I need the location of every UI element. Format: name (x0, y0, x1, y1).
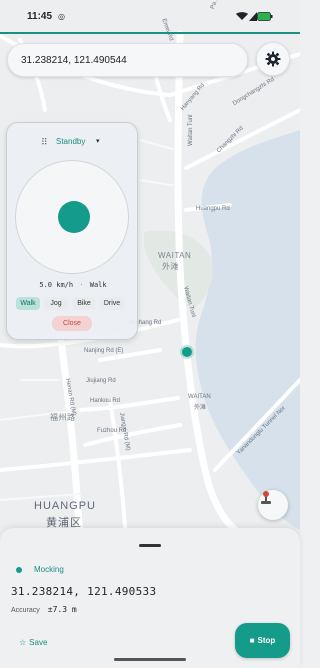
bottom-sheet: Mocking 31.238214, 121.490533 Accuracy ±… (0, 528, 300, 668)
mode-select[interactable]: Standby (56, 137, 85, 146)
accuracy-label: Accuracy (11, 607, 40, 614)
stop-label: Stop (257, 636, 276, 645)
accuracy-value: ±7.3 m (47, 605, 77, 614)
speed-readout: 5.0 km/h · Walk (7, 281, 139, 289)
stop-icon: ■ (249, 636, 255, 645)
star-icon: ☆ (19, 638, 27, 647)
gait-walk-button[interactable]: Walk (16, 297, 40, 310)
map-label-waitan-en: WAITAN (158, 251, 192, 260)
joystick-knob[interactable] (58, 201, 90, 233)
speed-separator: · (79, 281, 84, 289)
map-label-jiujiang-rd: Jiujiang Rd (86, 378, 116, 384)
signal-icon (249, 12, 257, 23)
current-location-marker[interactable] (182, 347, 192, 357)
battery-icon (257, 12, 273, 23)
gait-drive-button[interactable]: Drive (100, 297, 124, 310)
map-label-waitan-tunl: Waitan Tunl (188, 114, 194, 146)
gear-icon (265, 51, 281, 67)
settings-button[interactable] (256, 42, 290, 76)
map-label-district-en: HUANGPU (34, 500, 97, 512)
map-label-nanjing-rd: Nanjing Rd (E) (84, 348, 124, 354)
save-label: Save (29, 638, 48, 647)
map-label-waitan-cn: 外滩 (162, 262, 179, 271)
notification-icon: ◎ (58, 12, 65, 21)
joystick-toggle-button[interactable] (258, 490, 288, 520)
stop-button[interactable]: ■ Stop (235, 623, 290, 658)
map-label-fuzhou-cn: 福州路 (50, 413, 76, 422)
drag-handle-icon[interactable]: ⠿ (41, 137, 48, 148)
coordinate-search-input[interactable] (7, 43, 248, 77)
wifi-icon (236, 12, 248, 23)
map-label-hankou-rd: Hankou Rd (90, 398, 121, 404)
status-label: Mocking (34, 565, 64, 574)
status-bar: 11:45 ◎ (0, 0, 300, 34)
status-time: 11:45 (27, 11, 53, 22)
sheet-grabber[interactable] (139, 544, 161, 547)
status-dot-icon (16, 567, 22, 573)
gait-bike-button[interactable]: Bike (72, 297, 96, 310)
chevron-down-icon[interactable]: ▾ (96, 137, 100, 145)
joystick-panel[interactable]: ⠿ Standby ▾ 5.0 km/h · Walk Walk Jog Bik… (6, 122, 138, 340)
map-label-waitan-small-cn: 外滩 (194, 405, 207, 411)
speed-value: 5.0 km/h (39, 281, 74, 289)
close-panel-button[interactable]: Close (52, 316, 92, 331)
map-label-waitan-small-en: WAITAN (188, 394, 211, 400)
save-button[interactable]: ☆ Save (19, 638, 47, 647)
map-label-huangpu-rd: Huangpu Rd (196, 206, 230, 212)
home-indicator (114, 658, 186, 661)
joystick-icon (261, 491, 271, 504)
gait-jog-button[interactable]: Jog (44, 297, 68, 310)
status-accent-line (0, 32, 300, 34)
accuracy-row: Accuracy ±7.3 m (11, 605, 77, 614)
gait-selector: Walk Jog Bike Drive (16, 297, 124, 310)
gait-value: Walk (89, 281, 107, 289)
joystick-pad[interactable] (15, 160, 129, 274)
mocked-coordinates: 31.238214, 121.490533 (11, 585, 157, 598)
